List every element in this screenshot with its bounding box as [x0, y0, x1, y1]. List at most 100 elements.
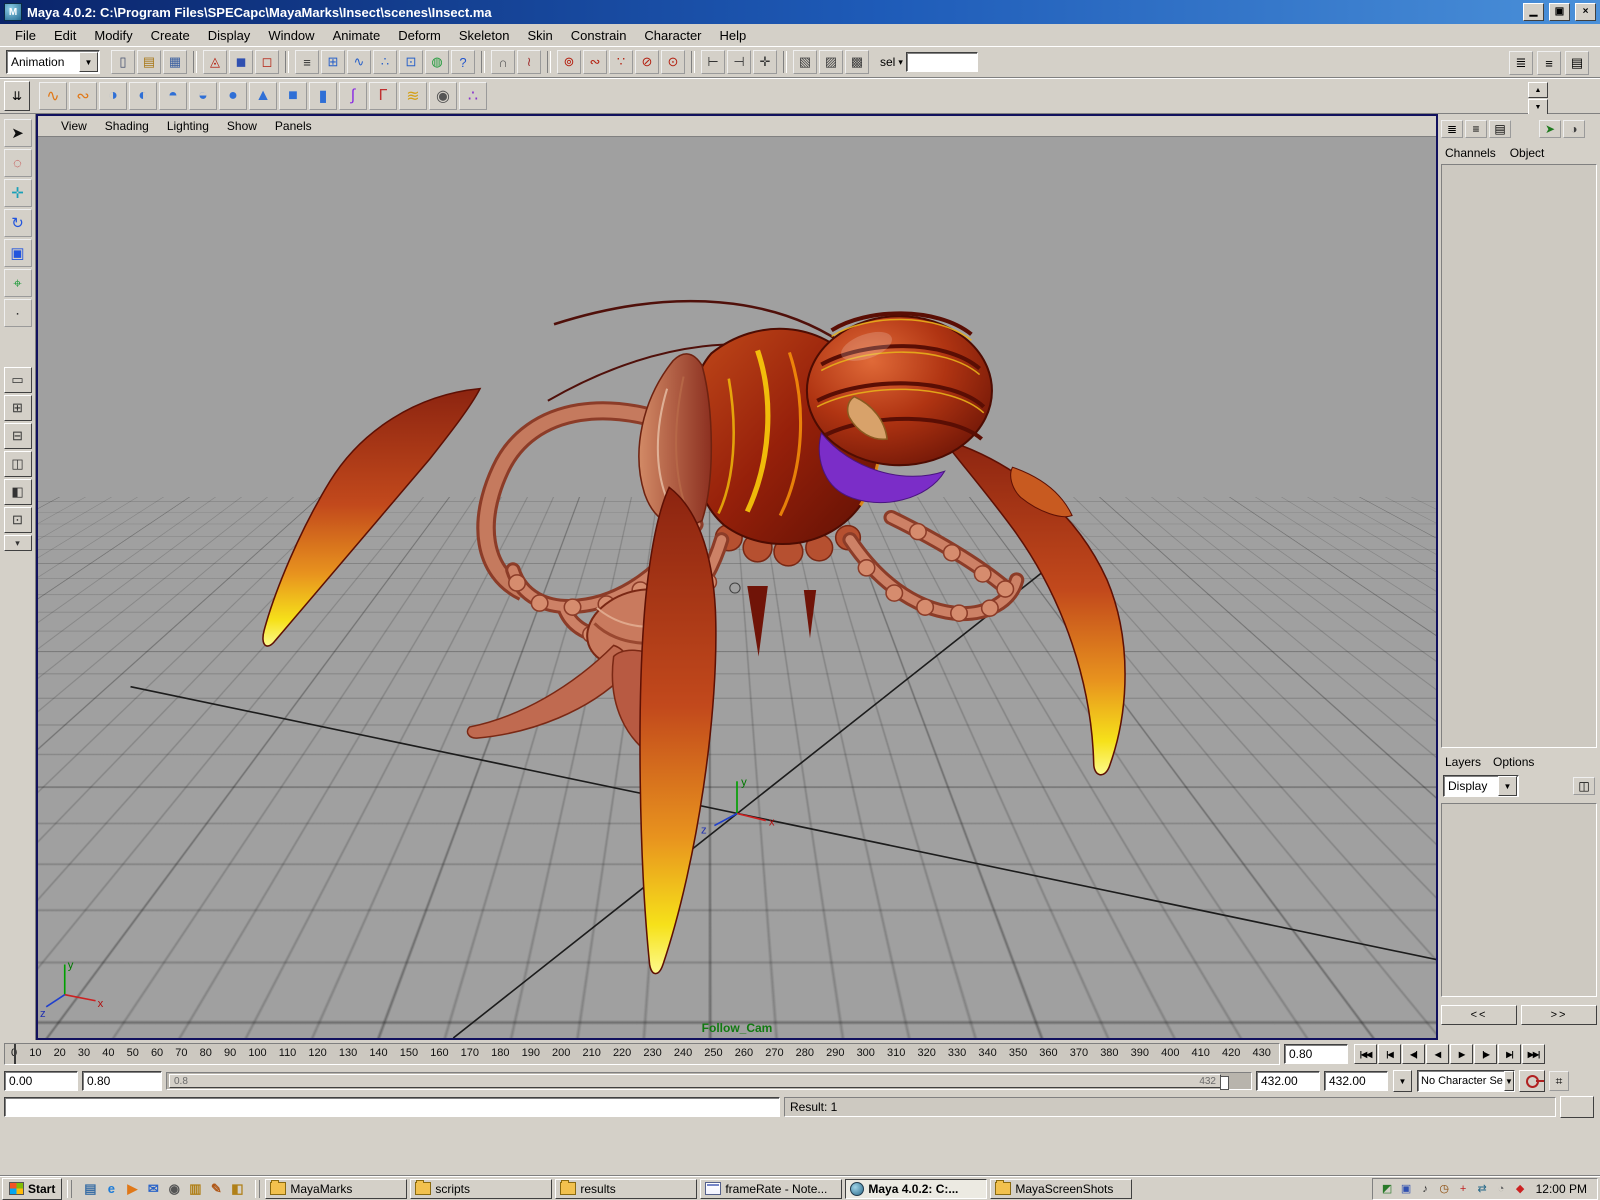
layers-menu[interactable]: Layers: [1445, 755, 1481, 769]
revolve-icon[interactable]: ◑: [99, 82, 127, 110]
menu-item[interactable]: Edit: [45, 26, 85, 45]
nurbs-cube-icon[interactable]: ■: [279, 82, 307, 110]
task-maya[interactable]: Maya 4.0.2: C:...: [845, 1179, 987, 1199]
joint-tool-icon[interactable]: ∫: [339, 82, 367, 110]
menu-item[interactable]: Character: [635, 26, 710, 45]
command-line-input[interactable]: [4, 1097, 780, 1117]
tab-channels[interactable]: Channels: [1445, 146, 1496, 160]
output-connection-icon[interactable]: ⊣: [727, 50, 751, 74]
ik-handle-icon[interactable]: Γ: [369, 82, 397, 110]
play-backward-button[interactable]: ◀: [1426, 1044, 1449, 1064]
new-scene-icon[interactable]: ▯: [111, 50, 135, 74]
pager-right-button[interactable]: >>: [1521, 1005, 1597, 1025]
folder-shortcut-icon[interactable]: ▥: [186, 1180, 204, 1198]
ep-curve-icon[interactable]: ∿: [39, 82, 67, 110]
outlook-icon[interactable]: ✉: [144, 1180, 162, 1198]
go-to-start-button[interactable]: |◀◀: [1354, 1044, 1377, 1064]
channel-box-list[interactable]: [1441, 164, 1597, 748]
save-scene-icon[interactable]: ▦: [163, 50, 187, 74]
panel-menu-item[interactable]: Lighting: [158, 118, 218, 134]
rotate-tool[interactable]: ↻: [4, 209, 32, 237]
menu-item[interactable]: Animate: [324, 26, 390, 45]
display-tray-icon[interactable]: ▣: [1398, 1181, 1415, 1197]
close-button[interactable]: ×: [1575, 3, 1596, 21]
curve-snap-icon[interactable]: ∾: [583, 50, 607, 74]
go-to-end-button[interactable]: ▶▶|: [1522, 1044, 1545, 1064]
split-panel-toggle-icon[interactable]: ▤: [1489, 120, 1511, 138]
lock-selection-icon[interactable]: ∩: [491, 50, 515, 74]
particles-icon[interactable]: ∴: [459, 82, 487, 110]
select-by-object-icon[interactable]: ◼: [229, 50, 253, 74]
tab-object[interactable]: Object: [1510, 146, 1545, 160]
ik-toggle-icon[interactable]: ≀: [517, 50, 541, 74]
pick-mask-icon[interactable]: ⊘: [635, 50, 659, 74]
current-time-marker[interactable]: [14, 1044, 16, 1064]
center-pivot-icon[interactable]: ⊙: [661, 50, 685, 74]
quick-help-icon[interactable]: ?: [451, 50, 475, 74]
menu-item[interactable]: Skin: [518, 26, 561, 45]
chevron-down-icon[interactable]: ▼: [79, 52, 98, 72]
layout-two-stacked[interactable]: ⊟: [4, 423, 32, 449]
render-globals-icon[interactable]: ▧: [793, 50, 817, 74]
snap-to-points-icon[interactable]: ∴: [373, 50, 397, 74]
layout-more-button[interactable]: ▾: [4, 535, 32, 551]
layer-list[interactable]: [1441, 803, 1597, 997]
panel-menu-item[interactable]: Show: [218, 118, 266, 134]
layout-single-pane[interactable]: ▭: [4, 367, 32, 393]
internet-explorer-icon[interactable]: e: [102, 1180, 120, 1198]
viewport-canvas[interactable]: y x z y x z Follow_Cam: [38, 137, 1436, 1038]
range-start-field[interactable]: [4, 1071, 78, 1091]
lasso-tool[interactable]: ◌: [4, 149, 32, 177]
planar-icon[interactable]: ◒: [189, 82, 217, 110]
time-slider[interactable]: 0102030405060708090100110120130140150160…: [4, 1043, 1280, 1065]
range-slider-track[interactable]: 0.8 432: [166, 1072, 1252, 1090]
select-tool[interactable]: ➤: [4, 119, 32, 147]
playback-end-field[interactable]: [1256, 1071, 1320, 1091]
step-back-key-button[interactable]: |◀: [1378, 1044, 1401, 1064]
select-by-component-icon[interactable]: ◻: [255, 50, 279, 74]
panel-menu-item[interactable]: Shading: [96, 118, 158, 134]
layer-editor-toggle-icon[interactable]: ≡: [1465, 120, 1487, 138]
restore-button[interactable]: ▣: [1549, 3, 1570, 21]
show-attribute-editor-icon[interactable]: ≣: [1509, 51, 1533, 75]
scheduler-tray-icon[interactable]: ◷: [1436, 1181, 1453, 1197]
play-forward-button[interactable]: ▶: [1450, 1044, 1473, 1064]
menu-item[interactable]: Window: [259, 26, 323, 45]
scale-tool[interactable]: ▣: [4, 239, 32, 267]
chevron-down-icon[interactable]: ▾: [898, 57, 903, 68]
range-end-handle[interactable]: [1220, 1076, 1229, 1090]
nurbs-cylinder-icon[interactable]: ▮: [309, 82, 337, 110]
minimize-button[interactable]: ▁: [1523, 3, 1544, 21]
menu-item[interactable]: Skeleton: [450, 26, 519, 45]
cv-curve-icon[interactable]: ∾: [69, 82, 97, 110]
volume-tray-icon[interactable]: ♪: [1417, 1181, 1434, 1197]
selection-mask-menu-icon[interactable]: ≡: [295, 50, 319, 74]
task-framerate-notepad[interactable]: frameRate - Note...: [700, 1179, 842, 1199]
layout-outliner-persp[interactable]: ◧: [4, 479, 32, 505]
show-tool-settings-icon[interactable]: ≡: [1537, 51, 1561, 75]
step-forward-key-button[interactable]: ▶|: [1498, 1044, 1521, 1064]
panel-menu-item[interactable]: View: [52, 118, 96, 134]
task-mayascreenshots[interactable]: MayaScreenShots: [990, 1179, 1132, 1199]
pager-left-button[interactable]: <<: [1441, 1005, 1517, 1025]
camera-icon[interactable]: ◉: [429, 82, 457, 110]
make-live-icon[interactable]: ◍: [425, 50, 449, 74]
explorer-icon[interactable]: ◧: [228, 1180, 246, 1198]
open-scene-icon[interactable]: ▤: [137, 50, 161, 74]
channel-box-toggle-icon[interactable]: ≣: [1441, 120, 1463, 138]
quick-select-input[interactable]: [906, 52, 978, 72]
character-set-dropdown[interactable]: No Character Se ▼: [1417, 1070, 1515, 1092]
graphics-tray-icon[interactable]: ◩: [1379, 1181, 1396, 1197]
menu-item[interactable]: Help: [711, 26, 756, 45]
taskbar-clock[interactable]: 12:00 PM: [1532, 1182, 1591, 1196]
nurbs-cone-icon[interactable]: ▲: [249, 82, 277, 110]
chevron-down-icon[interactable]: ▼: [1498, 776, 1517, 796]
snap-to-curves-icon[interactable]: ∿: [347, 50, 371, 74]
menu-set-dropdown[interactable]: Animation ▼: [6, 50, 100, 74]
layer-display-dropdown[interactable]: Display ▼: [1443, 775, 1519, 797]
show-channel-box-icon[interactable]: ▤: [1565, 51, 1589, 75]
param-points-icon[interactable]: ∵: [609, 50, 633, 74]
input-connection-icon[interactable]: ⊢: [701, 50, 725, 74]
menu-item[interactable]: Display: [199, 26, 260, 45]
select-by-hierarchy-icon[interactable]: ◬: [203, 50, 227, 74]
